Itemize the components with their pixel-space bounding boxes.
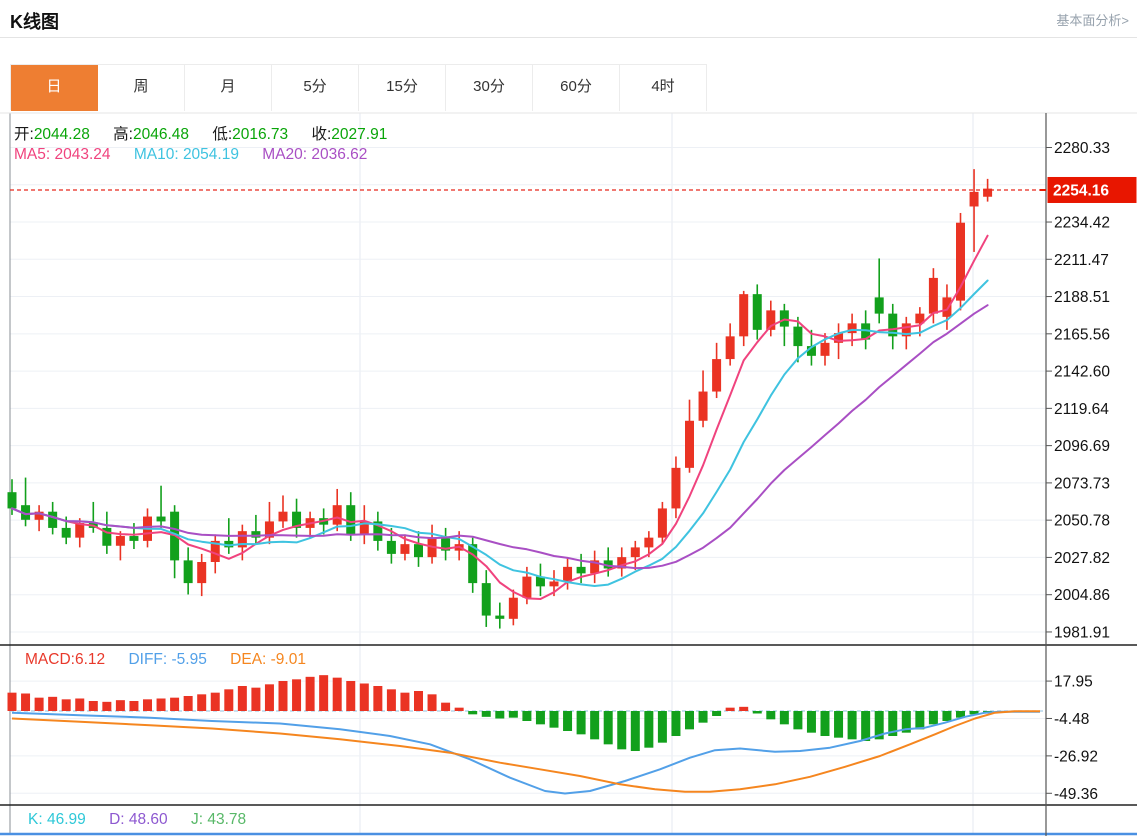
diff-line [11,710,1040,795]
page-title: K线图 [10,12,59,32]
svg-text:-4.48: -4.48 [1054,711,1089,728]
macd-value: 6.12 [74,651,106,668]
tab-5min[interactable]: 5分 [272,65,359,111]
j-value: 43.78 [207,811,247,828]
close-value: 2027.91 [331,126,388,143]
ma10-line [11,279,989,587]
ma10-label: MA10: [133,146,183,163]
fundamental-analysis-link[interactable]: 基本面分析> [1056,10,1129,29]
svg-text:2119.64: 2119.64 [1054,401,1109,418]
svg-text:2073.73: 2073.73 [1054,475,1110,492]
dea-label: DEA: [230,651,271,668]
low-label: 低: [212,126,233,143]
ma20-value: 2036.62 [311,146,368,163]
candles-layer [7,169,993,629]
svg-text:-26.92: -26.92 [1054,748,1098,765]
tab-day[interactable]: 日 [11,65,98,111]
svg-text:2142.60: 2142.60 [1054,364,1110,381]
macd-panel [7,675,1046,795]
ma5-value: 2043.24 [54,146,111,163]
low-value: 2016.73 [232,126,289,143]
svg-text:2096.69: 2096.69 [1054,438,1110,455]
svg-text:-49.36: -49.36 [1054,786,1098,803]
svg-text:2254.16: 2254.16 [1053,182,1109,199]
ma-legend: MA5: 2043.24 MA10: 2054.19 MA20: 2036.62 [14,146,386,164]
close-label: 收: [311,126,332,143]
d-value: 48.60 [128,811,168,828]
k-label: K: [28,811,47,828]
tab-week[interactable]: 周 [98,65,185,111]
svg-text:2211.47: 2211.47 [1054,252,1109,269]
macd-legend: MACD:6.12 DIFF: -5.95 DEA: -9.01 [25,651,325,669]
dea-line [11,710,1040,793]
page-header: K线图 基本面分析> [0,0,1137,38]
open-value: 2044.28 [33,126,90,143]
tab-60min[interactable]: 60分 [533,65,620,111]
period-tabbar: 日 周 月 5分 15分 30分 60分 4时 [10,64,707,111]
diff-label: DIFF: [128,651,172,668]
svg-text:2165.56: 2165.56 [1054,326,1110,343]
high-label: 高: [113,126,133,143]
price-axis: 2280.33 2234.42 2211.47 2188.51 2165.56 2142.… [1045,113,1110,836]
svg-text:2004.86: 2004.86 [1054,587,1110,604]
ma10-value: 2054.19 [182,146,239,163]
svg-text:2280.33: 2280.33 [1054,140,1110,157]
svg-text:1981.91: 1981.91 [1054,624,1110,641]
ma20-label: MA20: [262,146,312,163]
tab-15min[interactable]: 15分 [359,65,446,111]
k-value: 46.99 [46,811,86,828]
ohlc-legend: 开:2044.28 高:2046.48 低:2016.73 收:2027.91 [14,122,406,144]
svg-text:17.95: 17.95 [1054,674,1093,691]
d-label: D: [109,811,129,828]
dea-value: -9.01 [270,651,306,668]
tab-30min[interactable]: 30分 [446,65,533,111]
svg-text:2188.51: 2188.51 [1054,289,1110,306]
ma5-label: MA5: [14,146,55,163]
svg-text:2027.82: 2027.82 [1054,550,1110,567]
diff-value: -5.95 [171,651,207,668]
high-value: 2046.48 [132,126,189,143]
tab-month[interactable]: 月 [185,65,272,111]
j-label: J: [190,811,208,828]
current-price-tag: 2254.16 [1040,176,1137,203]
svg-text:2234.42: 2234.42 [1054,215,1110,232]
svg-text:2050.78: 2050.78 [1054,513,1110,530]
tab-4hour[interactable]: 4时 [620,65,707,111]
kdj-legend: K: 46.99 D: 48.60 J: 43.78 [28,811,265,829]
open-label: 开: [14,126,34,143]
macd-label: MACD: [25,651,75,668]
